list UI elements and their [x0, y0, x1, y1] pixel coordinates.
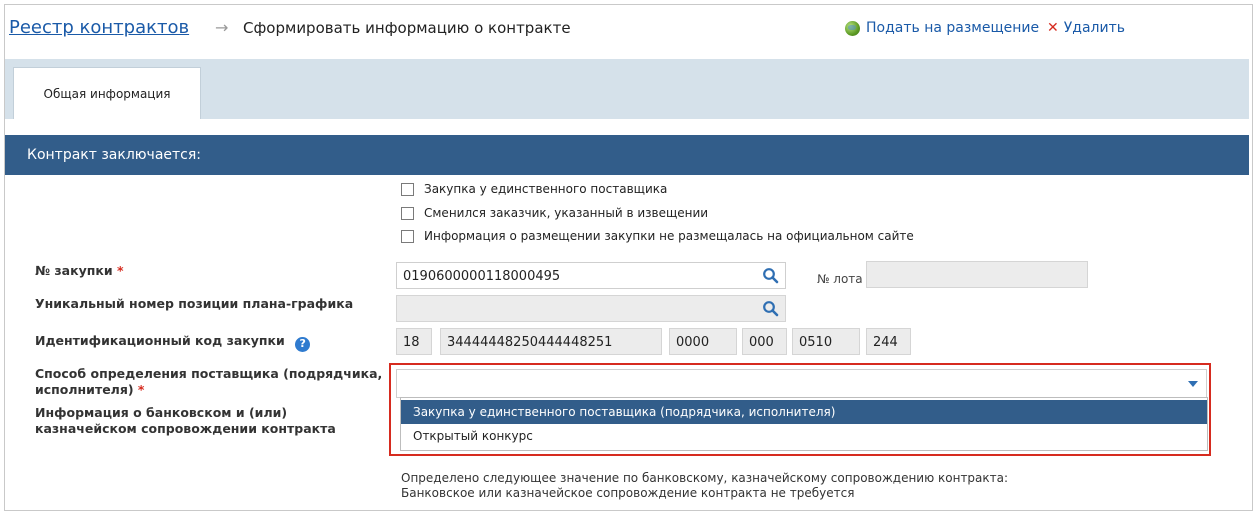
- purchase-number-label: № закупки *: [35, 263, 124, 279]
- search-icon[interactable]: [762, 267, 779, 284]
- purchase-number-value: 0190600000118000495: [403, 269, 561, 284]
- chevron-down-icon[interactable]: [1188, 381, 1198, 387]
- purchase-number-field[interactable]: 0190600000118000495: [396, 262, 786, 289]
- dropdown-option-open-tender[interactable]: Открытый конкурс: [401, 424, 1207, 448]
- tab-general-info[interactable]: Общая информация: [13, 67, 201, 119]
- checkbox-label: Сменился заказчик, указанный в извещении: [424, 206, 709, 220]
- page-header: Реестр контрактов → Сформировать информа…: [5, 5, 1252, 55]
- ident-code-part-3[interactable]: 0000: [669, 328, 737, 355]
- bank-info-label-line1: Информация о банковском и (или): [35, 405, 288, 420]
- bank-note-line1: Определено следующее значение по банковс…: [401, 471, 1009, 485]
- publish-button[interactable]: Подать на размещение: [845, 20, 1039, 36]
- supplier-method-label-line2: исполнителя): [35, 382, 134, 397]
- help-icon[interactable]: ?: [295, 336, 311, 352]
- bank-info-label-line2: казначейском сопровождении контракта: [35, 421, 336, 436]
- bank-info-label: Информация о банковском и (или) казначей…: [35, 405, 336, 437]
- supplier-method-label-line2-wrap: исполнителя) *: [35, 382, 382, 398]
- supplier-method-label: Способ определения поставщика (подрядчик…: [35, 366, 382, 398]
- checkbox-single-supplier[interactable]: Закупка у единственного поставщика: [401, 182, 667, 196]
- page-frame: Реестр контрактов → Сформировать информа…: [4, 4, 1253, 511]
- ident-code-label-text: Идентификационный код закупки: [35, 333, 285, 348]
- ident-code-label: Идентификационный код закупки ?: [35, 333, 311, 352]
- lot-number-field[interactable]: [866, 261, 1088, 288]
- checkbox-label: Информация о размещении закупки не разме…: [424, 229, 914, 243]
- ident-code-part-2[interactable]: 34444448250444448251: [440, 328, 662, 355]
- plan-position-field[interactable]: [396, 295, 786, 322]
- close-icon: ✕: [1047, 20, 1059, 36]
- required-mark: *: [137, 382, 145, 397]
- checkbox-customer-changed[interactable]: Сменился заказчик, указанный в извещении: [401, 206, 708, 220]
- supplier-method-label-line1: Способ определения поставщика (подрядчик…: [35, 366, 383, 381]
- purchase-number-label-text: № закупки: [35, 263, 113, 278]
- supplier-method-dropdown: Закупка у единственного поставщика (подр…: [400, 397, 1208, 451]
- delete-button[interactable]: ✕ Удалить: [1047, 20, 1125, 36]
- checkbox-box[interactable]: [401, 206, 414, 220]
- publish-label: Подать на размещение: [866, 20, 1040, 36]
- checkbox-label: Закупка у единственного поставщика: [424, 182, 668, 196]
- tab-bar: Общая информация: [5, 59, 1249, 119]
- search-icon[interactable]: [762, 300, 779, 317]
- ident-code-part-1[interactable]: 18: [396, 328, 432, 355]
- ident-code-part-4[interactable]: 000: [742, 328, 787, 355]
- breadcrumb-contracts-registry-link[interactable]: Реестр контрактов: [9, 17, 189, 38]
- dropdown-option-single-supplier[interactable]: Закупка у единственного поставщика (подр…: [401, 400, 1207, 424]
- delete-label: Удалить: [1063, 20, 1125, 36]
- ident-code-part-6[interactable]: 244: [866, 328, 911, 355]
- bank-note-line2: Банковское или казначейское сопровождени…: [401, 486, 855, 500]
- checkbox-box[interactable]: [401, 182, 414, 196]
- checkbox-box[interactable]: [401, 229, 414, 243]
- checkbox-not-published[interactable]: Информация о размещении закупки не разме…: [401, 229, 914, 243]
- globe-icon: [845, 20, 860, 36]
- ident-code-part-5[interactable]: 0510: [792, 328, 860, 355]
- supplier-method-select[interactable]: [396, 369, 1207, 398]
- section-header: Контракт заключается:: [5, 135, 1249, 175]
- required-mark: *: [116, 263, 124, 278]
- plan-position-label: Уникальный номер позиции плана-графика: [35, 296, 354, 311]
- breadcrumb-arrow-icon: →: [215, 18, 229, 37]
- page-title: Сформировать информацию о контракте: [243, 19, 571, 37]
- lot-number-label: № лота: [817, 272, 863, 286]
